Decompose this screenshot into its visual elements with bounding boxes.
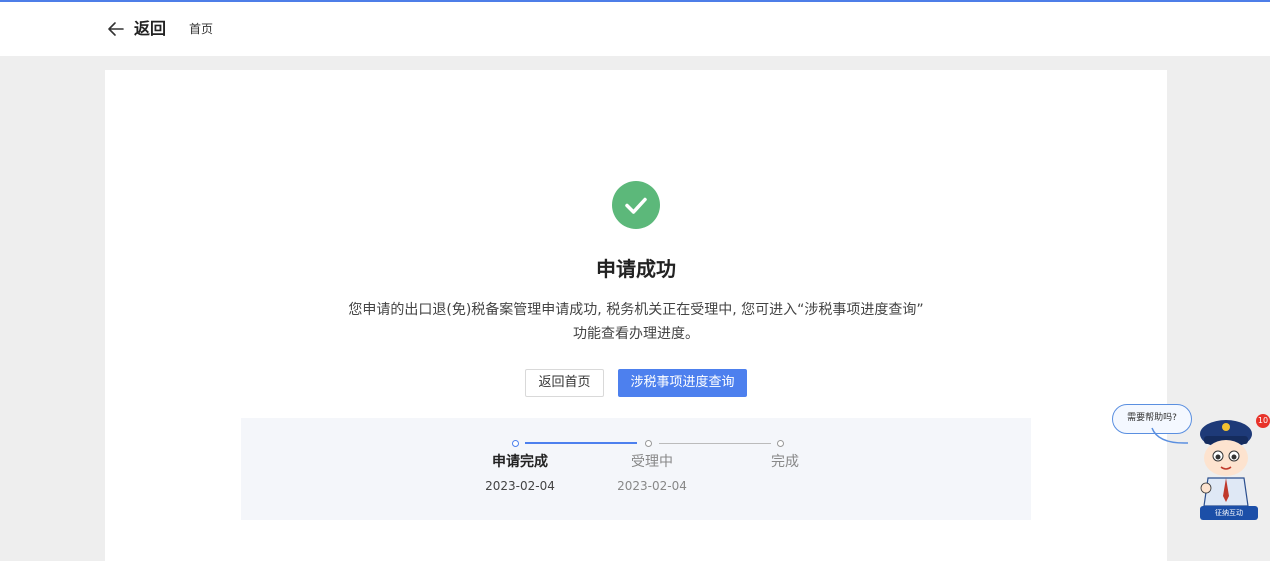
notification-badge: 10 — [1256, 414, 1270, 428]
step-dot-2 — [645, 440, 652, 447]
step-date-2: 2023-02-04 — [617, 479, 687, 493]
breadcrumb-home-link[interactable]: 首页 — [189, 21, 213, 37]
description-line-1: 您申请的出口退(免)税备案管理申请成功, 税务机关正在受理中, 您可进入“涉税事… — [348, 302, 924, 318]
step-dot-1 — [512, 440, 519, 447]
mascot-label[interactable]: 征纳互动 — [1200, 506, 1258, 520]
step-date-1: 2023-02-04 — [485, 479, 555, 493]
back-button[interactable]: 返回 — [106, 18, 166, 40]
step-connector-2 — [659, 443, 771, 444]
success-check-icon — [612, 181, 660, 229]
progress-query-button[interactable]: 涉税事项进度查询 — [618, 369, 747, 397]
progress-steps: 申请完成 受理中 完成 2023-02-04 2023-02-04 — [241, 418, 1031, 520]
back-home-button[interactable]: 返回首页 — [525, 369, 604, 397]
tax-officer-mascot-icon[interactable] — [1196, 412, 1262, 520]
result-title: 申请成功 — [596, 257, 676, 281]
step-label-3: 完成 — [771, 454, 799, 470]
step-connector-1 — [525, 442, 637, 444]
description-line-2: 功能查看办理进度。 — [573, 326, 699, 342]
step-label-2: 受理中 — [631, 454, 673, 470]
step-dot-3 — [777, 440, 784, 447]
result-description: 您申请的出口退(免)税备案管理申请成功, 税务机关正在受理中, 您可进入“涉税事… — [105, 298, 1167, 346]
result-card: 申请成功 您申请的出口退(免)税备案管理申请成功, 税务机关正在受理中, 您可进… — [105, 70, 1167, 561]
back-label: 返回 — [134, 19, 167, 38]
step-label-1: 申请完成 — [492, 454, 548, 470]
page-header: 返回 首页 — [0, 2, 1270, 56]
arrow-left-icon — [108, 22, 124, 36]
bubble-tail-icon — [1151, 427, 1189, 444]
